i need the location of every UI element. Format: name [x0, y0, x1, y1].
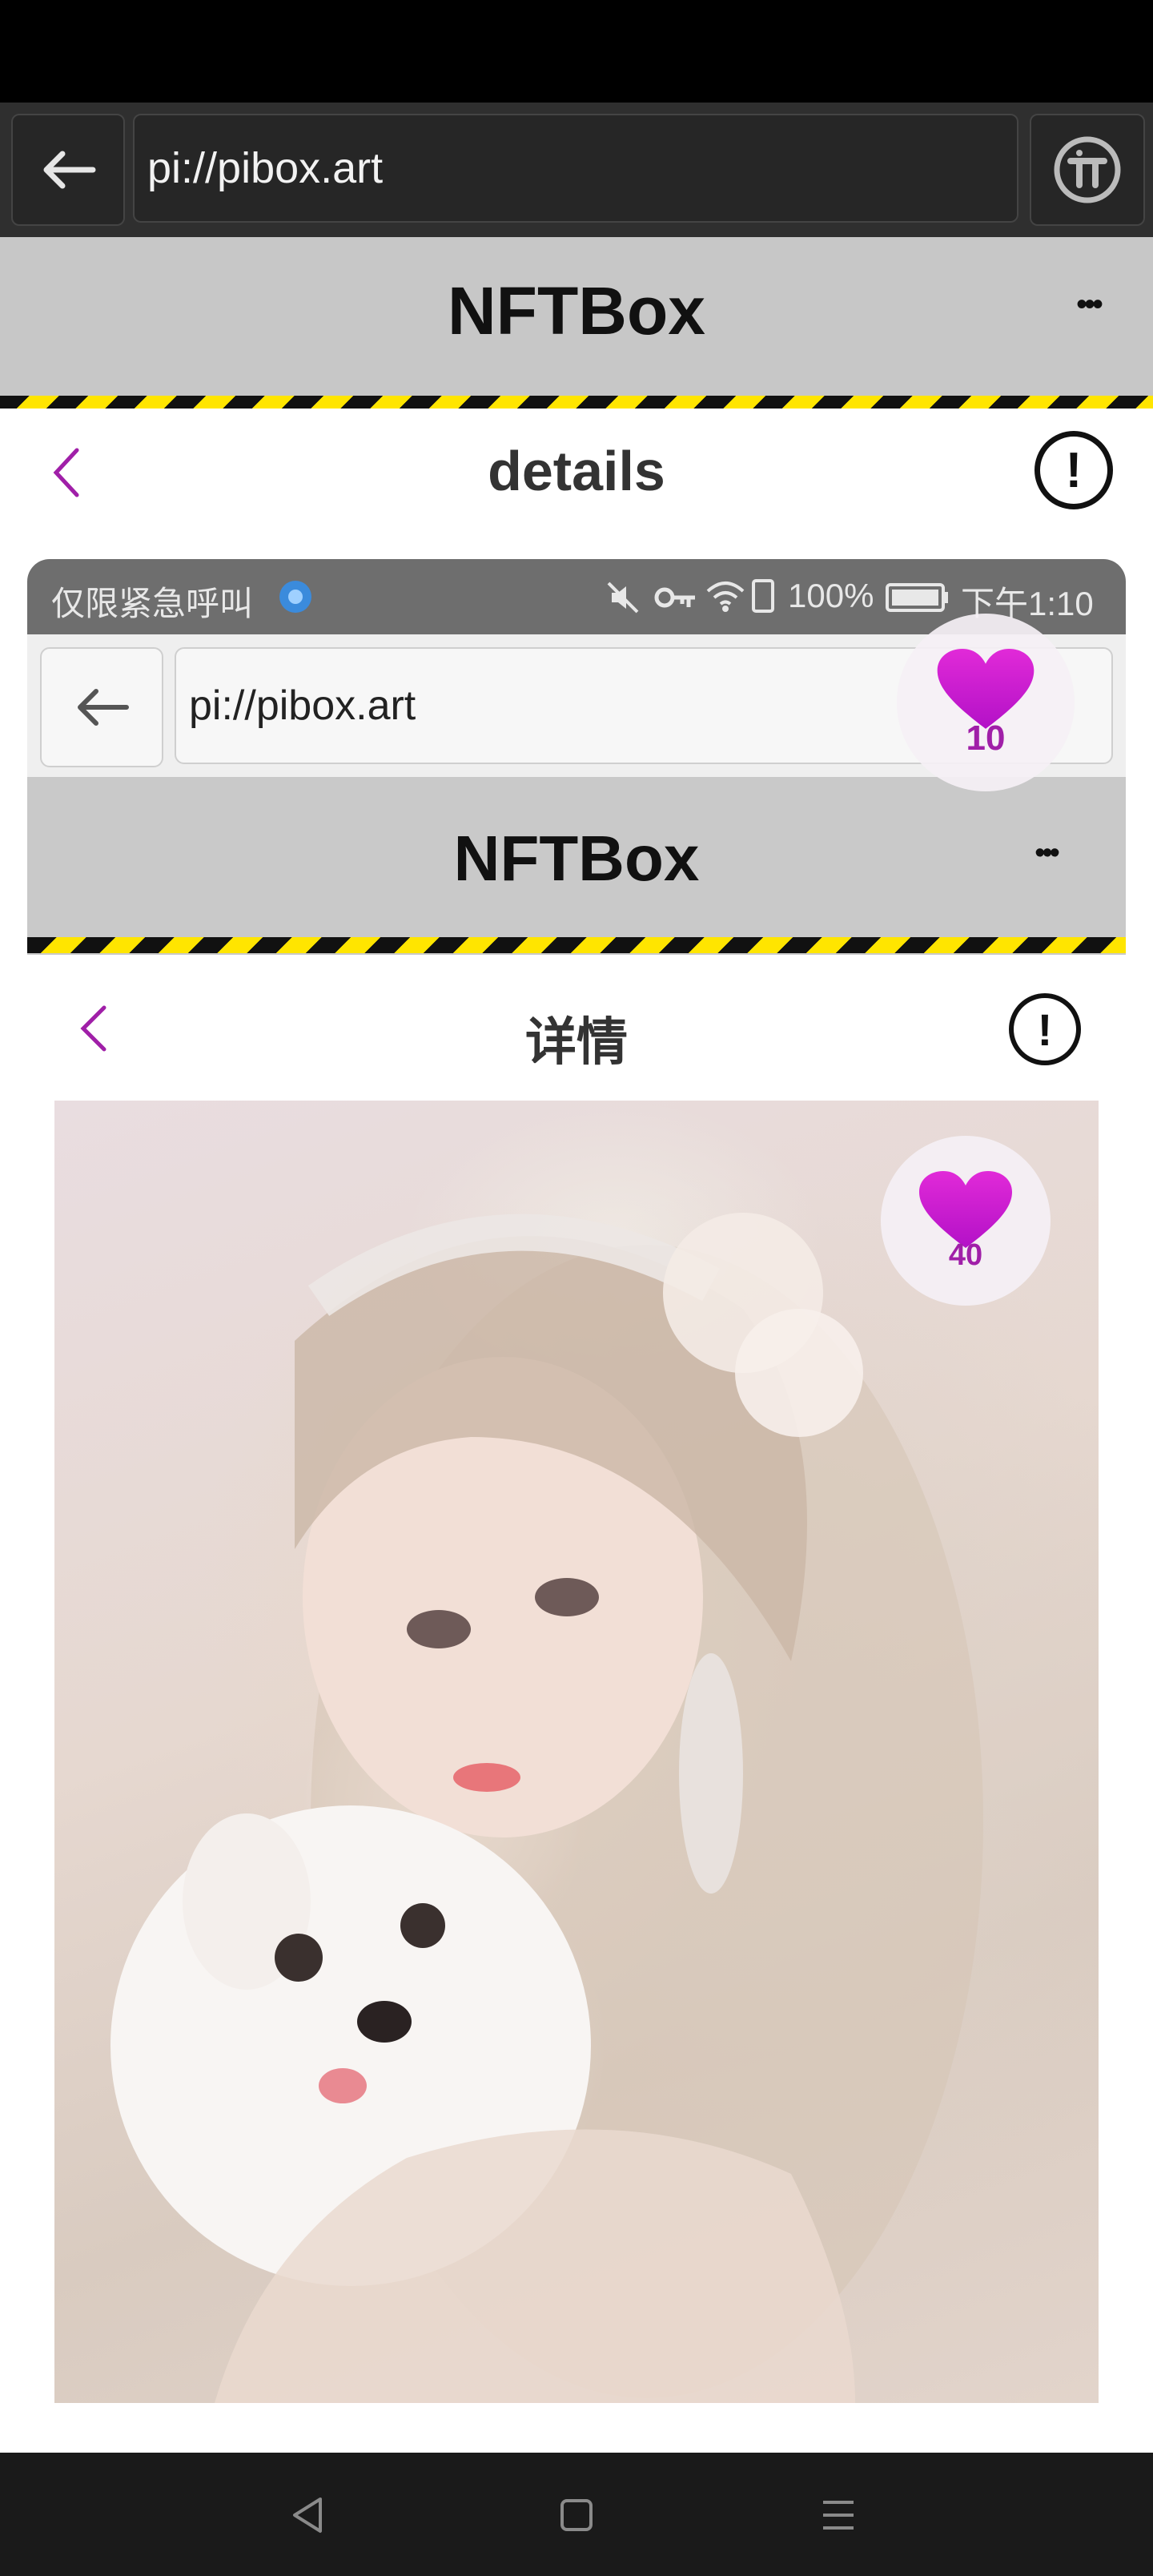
details-title: details — [488, 440, 665, 502]
pi-browser-button[interactable] — [1030, 114, 1145, 226]
inner-info-icon[interactable]: ! — [1009, 993, 1081, 1065]
inner-more-icon[interactable]: ••• — [1034, 836, 1060, 871]
inner-hazard-stripe — [27, 937, 1126, 953]
browser-url-field[interactable]: pi://pibox.art — [133, 114, 1018, 223]
battery-icon — [886, 583, 948, 612]
sim-icon — [752, 579, 774, 613]
hazard-stripe — [0, 396, 1153, 409]
artwork-like-badge[interactable]: 40 — [881, 1136, 1051, 1306]
app-header: NFTBox ••• — [0, 237, 1153, 409]
details-header: details ! — [0, 409, 1153, 545]
browser-back-button[interactable] — [11, 114, 125, 226]
inner-app-header: NFTBox ••• — [27, 777, 1126, 955]
key-icon — [654, 587, 695, 608]
pi-logo-icon — [1054, 136, 1121, 203]
globe-icon — [279, 581, 311, 613]
nav-back-icon[interactable] — [290, 2496, 325, 2534]
inner-battery-percent: 100% — [788, 577, 874, 614]
mute-icon — [607, 582, 639, 614]
browser-bar: pi://pibox.art — [0, 103, 1153, 237]
info-icon[interactable]: ! — [1034, 431, 1113, 509]
more-icon[interactable]: ••• — [1076, 287, 1103, 323]
inner-details-header: 详情 ! — [27, 971, 1126, 1091]
inner-app-title: NFTBox — [453, 823, 700, 894]
app-title: NFTBox — [448, 273, 705, 348]
back-arrow-icon — [43, 151, 96, 189]
floating-like-badge[interactable]: 10 — [897, 614, 1075, 791]
embedded-screenshot: 仅限紧急呼叫 100% 下午1:10 pi://pibox.art NFTBox… — [27, 559, 1126, 2403]
artwork-like-count: 40 — [948, 1238, 983, 1272]
system-nav-bar — [0, 2453, 1153, 2576]
nav-home-icon[interactable] — [559, 2498, 594, 2533]
status-bar — [0, 0, 1153, 103]
inner-status-left: 仅限紧急呼叫 — [51, 585, 254, 622]
nft-artwork-image[interactable]: 40 — [54, 1101, 1099, 2403]
floating-like-count: 10 — [966, 718, 1006, 758]
inner-details-title: 详情 — [525, 1013, 628, 1071]
wifi-icon — [706, 582, 745, 612]
back-arrow-icon — [78, 689, 129, 726]
inner-back-button[interactable] — [40, 647, 163, 767]
inner-url-text: pi://pibox.art — [189, 682, 416, 729]
nav-menu-icon[interactable] — [820, 2498, 857, 2533]
browser-url-text: pi://pibox.art — [147, 144, 384, 192]
